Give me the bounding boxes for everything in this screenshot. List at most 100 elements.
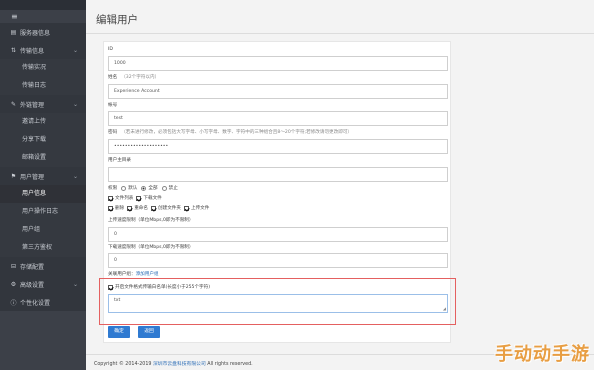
confirm-button[interactable]: 确定 <box>108 326 130 338</box>
back-button[interactable]: 返回 <box>138 326 160 338</box>
sidebar: ≡ ▤ 服务器信息 ⇅ 传输信息 ⌄ 传输实况 传输日志 ✎ 外链管理 ⌄ 邀请… <box>0 0 86 370</box>
password-field[interactable]: •••••••••••••••••••• <box>108 139 448 154</box>
upload-checkbox[interactable] <box>183 205 189 211</box>
download-limit-label: 下载速度限制（单位Mbps,0即为不限制） <box>108 245 194 250</box>
sidebar-header <box>0 0 86 10</box>
download-label: 下载文件 <box>143 196 162 201</box>
rename-label: 重命名 <box>134 206 148 211</box>
perm-deny-radio[interactable] <box>161 185 167 191</box>
perm-all-label: 全部 <box>148 186 158 191</box>
perm-all-radio[interactable] <box>141 185 147 191</box>
name-value: Experience Account <box>114 89 160 94</box>
sidebar-item-label: 个性化设置 <box>20 299 51 307</box>
whitelist-label: 开启文件格式传输白名单(长度小于255个字符) <box>115 285 211 290</box>
perm-default-label: 默认 <box>128 186 138 191</box>
page-title: 编辑用户 <box>96 14 138 26</box>
create-folder-label: 创建文件夹 <box>158 206 181 211</box>
whitelist-textarea[interactable]: txt ◢ <box>108 294 448 313</box>
account-field[interactable]: test <box>108 111 448 126</box>
delete-checkbox[interactable] <box>108 205 113 211</box>
rename-checkbox[interactable] <box>127 205 133 211</box>
sidebar-item-advanced[interactable]: ⚙ 高级设置 ⌄ <box>0 275 86 293</box>
add-group-link[interactable]: 添加用户组 <box>136 272 159 277</box>
permission-checks-2: 删除 重命名 创建文件夹 上传文件 <box>108 205 209 211</box>
transfer-icon: ⇅ <box>10 46 17 54</box>
sidebar-item-storage[interactable]: ⊟ 存储配置 <box>0 257 86 275</box>
sidebar-item-server-info[interactable]: ▤ 服务器信息 <box>0 23 86 41</box>
sidebar-item-transfer-info[interactable]: ⇅ 传输信息 ⌄ <box>0 41 86 59</box>
name-label: 姓名 （32个字符以内） <box>108 74 159 80</box>
users-icon: ⚑ <box>10 172 17 180</box>
sidebar-item-user-group[interactable]: 用户组 <box>0 221 86 239</box>
file-list-label: 文件列表 <box>115 196 134 201</box>
storage-icon: ⊟ <box>10 262 17 270</box>
password-hint: （若未进行修改，必须包括大写字母、小写字母、数字、字符中的三种组合且8～20个字… <box>121 130 353 135</box>
id-value: 1000 <box>114 61 126 66</box>
name-hint: （32个字符以内） <box>121 75 160 80</box>
home-dir-label: 用户主目录 <box>108 158 131 163</box>
sidebar-item-invite-upload[interactable]: 邀请上传 <box>0 113 86 131</box>
sidebar-item-personalize[interactable]: ⓘ 个性化设置 <box>0 293 86 311</box>
watermark-logo: 手动动手游 <box>495 344 590 365</box>
download-limit-field[interactable]: 0 <box>108 253 448 268</box>
download-checkbox[interactable] <box>136 195 142 201</box>
sidebar-item-external-link[interactable]: ✎ 外链管理 ⌄ <box>0 95 86 113</box>
group-label: 关联用户组：添加用户组 <box>108 271 159 277</box>
menu-toggle-icon[interactable]: ≡ <box>0 10 86 23</box>
upload-limit-field[interactable]: 0 <box>108 227 448 242</box>
divider <box>86 33 594 34</box>
sidebar-item-user-info[interactable]: 用户信息 <box>0 185 86 203</box>
sidebar-item-user-management[interactable]: ⚑ 用户管理 ⌄ <box>0 167 86 185</box>
upload-limit-label: 上传速度限制（单位Mbps,0即为不限制） <box>108 218 194 223</box>
password-label: 密码 （若未进行修改，必须包括大写字母、小写字母、数字、字符中的三种组合且8～20… <box>108 129 352 135</box>
chevron-down-icon: ⌄ <box>72 100 78 108</box>
sidebar-item-transfer-live[interactable]: 传输实况 <box>0 59 86 77</box>
personalize-icon: ⓘ <box>10 299 17 307</box>
password-label-text: 密码 <box>108 130 118 135</box>
file-list-checkbox[interactable] <box>108 195 113 201</box>
upload-limit-value: 0 <box>114 232 117 237</box>
sidebar-item-label: 高级设置 <box>20 281 45 289</box>
company-link[interactable]: 深圳市云盘科技有限公司 <box>153 362 206 367</box>
rights-text: All rights reserved. <box>207 362 253 367</box>
sidebar-item-share-download[interactable]: 分享下载 <box>0 131 86 149</box>
chevron-down-icon: ⌄ <box>72 172 78 180</box>
home-dir-field[interactable] <box>108 167 448 182</box>
permission-checks-1: 文件列表 下载文件 <box>108 195 162 201</box>
name-label-text: 姓名 <box>108 75 118 80</box>
copyright-text: Copyright © 2014-2019 <box>94 362 152 367</box>
permission-row: 权限 默认 全部 禁止 <box>108 185 178 191</box>
whitelist-checkbox[interactable] <box>108 284 113 290</box>
chevron-down-icon: ⌄ <box>72 280 78 288</box>
main-content: 编辑用户 ID 1000 姓名 （32个字符以内） Experience Acco… <box>86 0 594 370</box>
delete-label: 删除 <box>115 206 125 211</box>
sidebar-item-user-oplog[interactable]: 用户操作日志 <box>0 203 86 221</box>
whitelist-value: txt <box>114 298 121 303</box>
group-label-text: 关联用户组： <box>108 272 136 277</box>
permission-label: 权限 <box>108 186 118 191</box>
sidebar-item-label: 服务器信息 <box>20 29 51 37</box>
id-label: ID <box>108 47 113 52</box>
download-limit-value: 0 <box>114 258 117 263</box>
name-field[interactable]: Experience Account <box>108 84 448 99</box>
sidebar-item-label: 存储配置 <box>20 263 45 271</box>
footer: Copyright © 2014-2019 深圳市云盘科技有限公司 All ri… <box>94 360 253 367</box>
perm-deny-label: 禁止 <box>168 186 178 191</box>
sidebar-item-transfer-log[interactable]: 传输日志 <box>0 77 86 95</box>
id-field[interactable]: 1000 <box>108 56 448 71</box>
create-folder-checkbox[interactable] <box>151 205 156 211</box>
sidebar-item-email-settings[interactable]: 邮箱设置 <box>0 149 86 167</box>
sidebar-item-label: 用户管理 <box>20 173 45 181</box>
settings-icon: ⚙ <box>10 280 17 288</box>
sidebar-item-label: 传输信息 <box>20 47 45 55</box>
whitelist-row: 开启文件格式传输白名单(长度小于255个字符) <box>108 284 210 290</box>
account-value: test <box>114 116 123 121</box>
link-icon: ✎ <box>10 100 17 108</box>
password-value: •••••••••••••••••••• <box>114 144 169 149</box>
chevron-down-icon: ⌄ <box>72 46 78 54</box>
upload-label: 上传文件 <box>190 206 210 211</box>
perm-default-radio[interactable] <box>121 185 127 191</box>
resize-handle-icon[interactable]: ◢ <box>443 306 446 311</box>
sidebar-item-label: 外链管理 <box>20 101 45 109</box>
sidebar-item-third-party-auth[interactable]: 第三方鉴权 <box>0 239 86 257</box>
